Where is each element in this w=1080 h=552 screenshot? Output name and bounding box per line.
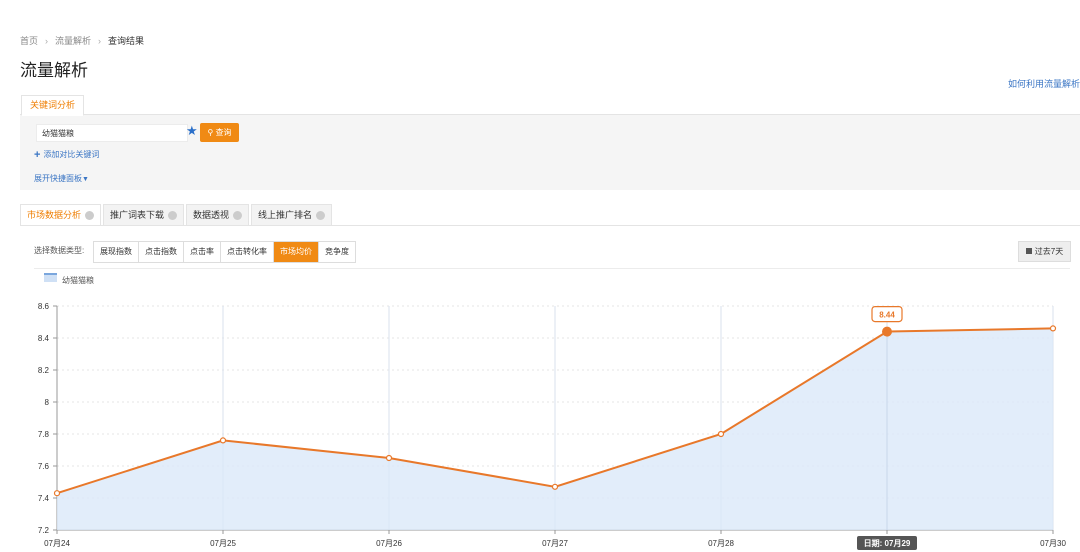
tooltip-date-label: 日期: 07月29 bbox=[864, 538, 911, 548]
x-tick-label: 07月27 bbox=[542, 539, 568, 548]
y-tick-label: 7.4 bbox=[38, 494, 50, 503]
y-tick-label: 7.6 bbox=[38, 462, 50, 471]
tooltip-value-label: 8.44 bbox=[879, 311, 895, 320]
data-point[interactable] bbox=[219, 437, 227, 444]
x-tick-label: 07月28 bbox=[708, 539, 734, 548]
x-tick-label: 07月30 bbox=[1040, 539, 1066, 548]
x-tick-label: 07月24 bbox=[44, 539, 70, 548]
x-tick-label: 07月26 bbox=[376, 539, 402, 548]
y-tick-label: 8.2 bbox=[38, 366, 50, 375]
y-tick-label: 7.8 bbox=[38, 430, 50, 439]
data-point[interactable] bbox=[53, 490, 61, 497]
data-point[interactable] bbox=[551, 483, 559, 490]
x-tick-label: 07月25 bbox=[210, 539, 236, 548]
market-price-chart: 7.2 7.4 7.6 7.8 8 8.2 8.4 8.6 07月24 07月25 07月26 07月… bbox=[38, 302, 1066, 550]
y-tick-label: 8.4 bbox=[38, 334, 50, 343]
y-tick-label: 8 bbox=[45, 398, 50, 407]
data-point[interactable] bbox=[385, 454, 393, 462]
y-tick-label: 8.6 bbox=[38, 302, 50, 311]
data-point[interactable] bbox=[1049, 325, 1057, 332]
y-tick-label: 7.2 bbox=[38, 526, 50, 535]
tab-keyword-analysis[interactable]: 关键词分析 bbox=[21, 95, 85, 116]
data-point[interactable] bbox=[717, 430, 725, 438]
data-point[interactable] bbox=[882, 326, 892, 337]
